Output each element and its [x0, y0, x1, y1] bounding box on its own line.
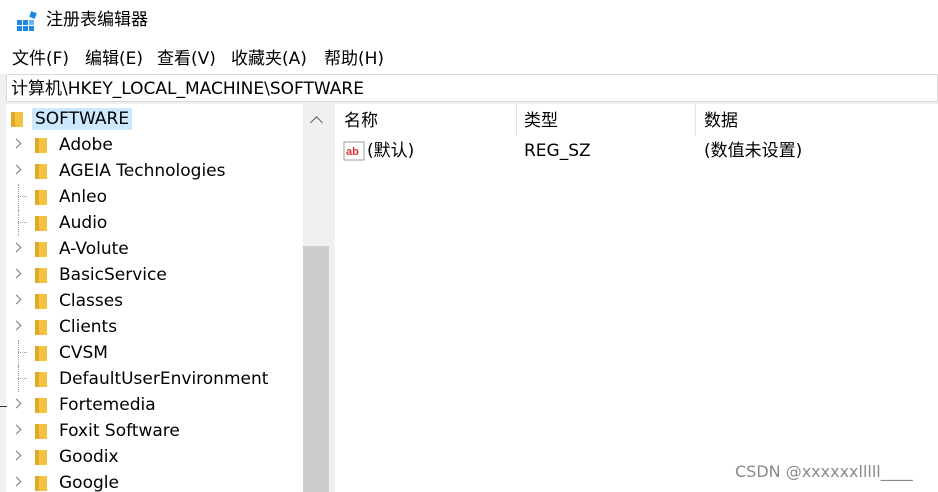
- tree-line: [18, 210, 19, 236]
- address-path: 计算机\HKEY_LOCAL_MACHINE\SOFTWARE: [11, 79, 364, 99]
- expand-chevron-icon[interactable]: [11, 398, 22, 409]
- menu-favorites[interactable]: 收藏夹(A): [231, 48, 307, 70]
- folder-icon: [35, 476, 47, 491]
- tree-item-label: Audio: [59, 213, 108, 233]
- registry-editor-icon: [17, 11, 37, 31]
- tree-line: [18, 378, 27, 379]
- tree-item[interactable]: AGEIA Technologies: [6, 158, 303, 184]
- values-list: 名称 类型 数据 ab (默认) REG_SZ (数值未设置): [335, 104, 938, 492]
- folder-icon: [35, 268, 47, 283]
- tree-line: [18, 196, 27, 197]
- tree-line: [18, 352, 27, 353]
- folder-icon: [35, 320, 47, 335]
- folder-icon: [35, 164, 47, 179]
- menu-edit[interactable]: 编辑(E): [85, 48, 143, 70]
- column-header-type[interactable]: 类型: [524, 110, 558, 132]
- string-value-icon: ab: [343, 141, 365, 161]
- menu-help[interactable]: 帮助(H): [324, 48, 384, 70]
- menu-file[interactable]: 文件(F): [12, 48, 69, 70]
- tree-line: [18, 184, 19, 210]
- tree-item[interactable]: Clients: [6, 314, 303, 340]
- tree-item-label: SOFTWARE: [32, 108, 133, 130]
- tree-item-label: Classes: [59, 291, 124, 311]
- folder-icon: [35, 138, 47, 153]
- folder-icon: [35, 346, 47, 361]
- tree-line: [18, 222, 27, 223]
- value-data: (数值未设置): [704, 141, 803, 161]
- value-row[interactable]: ab (默认) REG_SZ (数值未设置): [335, 138, 938, 164]
- folder-icon: [35, 242, 47, 257]
- svg-text:ab: ab: [346, 146, 359, 158]
- window-title: 注册表编辑器: [46, 10, 148, 30]
- expand-chevron-icon[interactable]: [11, 476, 22, 487]
- tree-item-label: A-Volute: [59, 239, 129, 259]
- expand-chevron-icon[interactable]: [11, 450, 22, 461]
- folder-icon: [35, 450, 47, 465]
- watermark: CSDN @xxxxxxlllll____: [735, 462, 913, 481]
- value-type: REG_SZ: [524, 141, 591, 161]
- tree-item-label: AGEIA Technologies: [59, 161, 226, 181]
- expand-chevron-icon[interactable]: [11, 268, 22, 279]
- menu-bar: 文件(F) 编辑(E) 查看(V) 收藏夹(A) 帮助(H): [0, 42, 938, 74]
- scroll-up-arrow-icon[interactable]: [310, 116, 323, 129]
- key-tree: SOFTWARE Adobe AGEIA Technologies Anleo Aud…: [6, 104, 329, 492]
- tree-item[interactable]: Goodix: [6, 444, 303, 470]
- tree-item[interactable]: A-Volute: [6, 236, 303, 262]
- expand-chevron-icon[interactable]: [11, 164, 22, 175]
- tree-item[interactable]: Foxit Software: [6, 418, 303, 444]
- tree-item-software[interactable]: SOFTWARE: [6, 106, 303, 132]
- tree-item-label: CVSM: [59, 343, 108, 363]
- tree-item-label: Google: [59, 473, 119, 492]
- tree-item[interactable]: Google: [6, 470, 303, 492]
- tree-item[interactable]: Fortemedia: [6, 392, 303, 418]
- tree-item-label: Adobe: [59, 135, 113, 155]
- background-fragment: ⎯: [0, 398, 7, 414]
- scroll-thumb[interactable]: [303, 246, 329, 492]
- tree-line: [18, 340, 19, 366]
- expand-chevron-icon[interactable]: [11, 242, 22, 253]
- folder-icon: [35, 424, 47, 439]
- expand-chevron-icon[interactable]: [11, 424, 22, 435]
- tree-item[interactable]: BasicService: [6, 262, 303, 288]
- column-header-data[interactable]: 数据: [704, 110, 738, 132]
- folder-icon: [35, 398, 47, 413]
- tree-item-label: Goodix: [59, 447, 119, 467]
- menu-view[interactable]: 查看(V): [157, 48, 216, 70]
- tree-item[interactable]: Adobe: [6, 132, 303, 158]
- address-bar[interactable]: 计算机\HKEY_LOCAL_MACHINE\SOFTWARE: [6, 74, 938, 102]
- column-divider[interactable]: [695, 104, 696, 136]
- title-bar: 注册表编辑器: [0, 0, 938, 42]
- expand-chevron-icon[interactable]: [11, 320, 22, 331]
- tree-item-label: Fortemedia: [59, 395, 156, 415]
- value-name: (默认): [367, 141, 415, 161]
- folder-icon: [11, 112, 23, 127]
- tree-item[interactable]: Classes: [6, 288, 303, 314]
- folder-icon: [35, 294, 47, 309]
- column-divider[interactable]: [516, 104, 517, 136]
- column-header-name[interactable]: 名称: [344, 110, 378, 132]
- tree-item-label: Clients: [59, 317, 118, 337]
- tree-scrollbar[interactable]: [303, 104, 329, 492]
- tree-item[interactable]: DefaultUserEnvironment: [6, 366, 303, 392]
- tree-item[interactable]: Anleo: [6, 184, 303, 210]
- tree-line: [18, 366, 19, 392]
- folder-icon: [35, 216, 47, 231]
- tree-item-label: Foxit Software: [59, 421, 180, 441]
- expand-chevron-icon[interactable]: [11, 294, 22, 305]
- tree-item-label: Anleo: [59, 187, 107, 207]
- folder-icon: [35, 190, 47, 205]
- folder-icon: [35, 372, 47, 387]
- tree-item-label: BasicService: [59, 265, 167, 285]
- tree-item[interactable]: Audio: [6, 210, 303, 236]
- expand-chevron-icon[interactable]: [11, 138, 22, 149]
- tree-item[interactable]: CVSM: [6, 340, 303, 366]
- tree-item-label: DefaultUserEnvironment: [59, 369, 269, 389]
